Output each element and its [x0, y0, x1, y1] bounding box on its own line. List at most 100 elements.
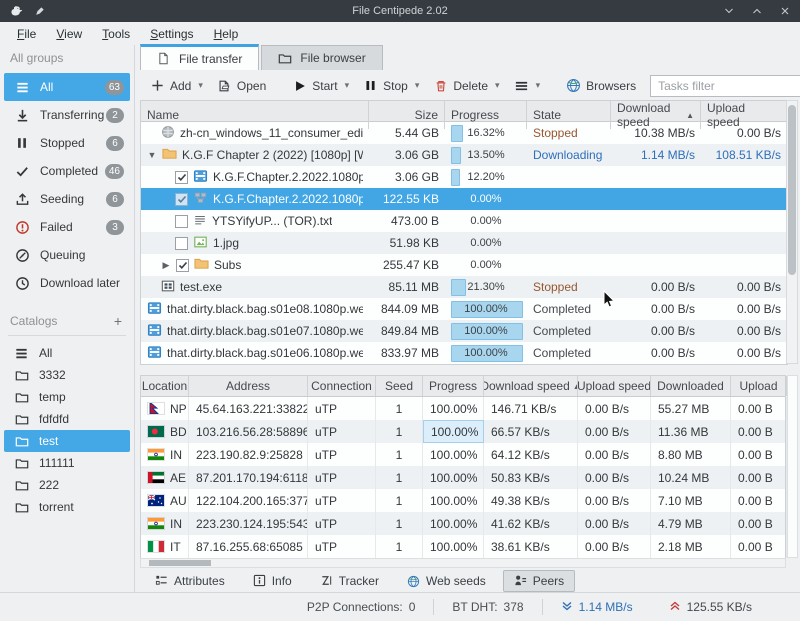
- sidebar-group-seeding[interactable]: Seeding6: [4, 185, 130, 213]
- sidebar-group-stopped[interactable]: Stopped6: [4, 129, 130, 157]
- column-header-download-speed[interactable]: Download speed▲: [611, 101, 701, 129]
- peer-downloaded-cell: 55.27 MB: [651, 397, 731, 420]
- peers-column-header-upload[interactable]: Upload: [731, 376, 787, 396]
- toolbar-open-button[interactable]: Open: [211, 74, 272, 97]
- column-header-upload-speed[interactable]: Upload speed: [701, 101, 787, 129]
- peers-column-header-connection[interactable]: Connection: [308, 376, 376, 396]
- menu-item-file[interactable]: File: [8, 24, 45, 44]
- header-label: Address: [226, 379, 270, 393]
- catalog-item-222[interactable]: 222: [4, 474, 130, 496]
- expander-expand-icon[interactable]: ▶: [161, 260, 171, 271]
- catalog-item-3332[interactable]: 3332: [4, 364, 130, 386]
- sidebar-group-transferring[interactable]: Transferring2: [4, 101, 130, 129]
- scrollbar-thumb[interactable]: [149, 560, 211, 566]
- sidebar-group-queuing[interactable]: Queuing: [4, 241, 130, 269]
- group-count-badge: 6: [106, 192, 124, 207]
- menu-item-view[interactable]: View: [47, 24, 91, 44]
- tab-file-browser[interactable]: File browser: [261, 45, 382, 70]
- peer-location-cell: IT: [141, 535, 189, 558]
- transfer-row[interactable]: that.dirty.black.bag.s01e06.1080p.web.h2…: [141, 342, 788, 364]
- transfer-row[interactable]: zh-cn_windows_11_consumer_editions_upd··…: [141, 122, 788, 144]
- add-catalog-button[interactable]: +: [114, 313, 122, 329]
- menu-item-settings[interactable]: Settings: [141, 24, 202, 44]
- peer-row[interactable]: AU122.104.200.165:37738uTP1100.00%49.38 …: [141, 489, 785, 512]
- peers-column-header-address[interactable]: Address: [189, 376, 308, 396]
- column-header-state[interactable]: State: [527, 101, 611, 129]
- detail-tab-peers[interactable]: Peers: [503, 570, 575, 592]
- play-icon: [292, 78, 307, 93]
- flag-in-icon: [148, 518, 164, 529]
- peers-column-header-progress[interactable]: Progress: [423, 376, 484, 396]
- column-header-size[interactable]: Size: [369, 101, 445, 129]
- menu-icon: [14, 346, 29, 361]
- peer-row[interactable]: IN223.230.124.195:54348uTP1100.00%41.62 …: [141, 512, 785, 535]
- minimize-button[interactable]: [722, 4, 736, 18]
- pin-icon[interactable]: [32, 3, 48, 19]
- transfer-row[interactable]: that.dirty.black.bag.s01e07.1080p.web.h2…: [141, 320, 788, 342]
- detail-tab-tracker[interactable]: Tracker: [309, 570, 390, 592]
- toolbar-more-button[interactable]: ▾: [508, 74, 547, 97]
- torrent-file-icon: [193, 191, 208, 208]
- maximize-button[interactable]: [750, 4, 764, 18]
- peers-horizontal-scrollbar[interactable]: [140, 558, 786, 568]
- catalog-item-fdfdfd[interactable]: fdfdfd: [4, 408, 130, 430]
- peers-table: LocationAddressConnectionSeedProgressDow…: [140, 375, 786, 559]
- progress-value: 0.00%: [451, 235, 521, 252]
- peers-column-header-downloaded[interactable]: Downloaded: [651, 376, 731, 396]
- peer-row[interactable]: IT87.16.255.68:65085uTP1100.00%38.61 KB/…: [141, 535, 785, 558]
- tasks-filter-input[interactable]: [651, 79, 800, 93]
- transfer-row[interactable]: 1.jpg51.98 KB0.00%: [141, 232, 788, 254]
- peer-row[interactable]: IN223.190.82.9:25828uTP1100.00%64.12 KB/…: [141, 443, 785, 466]
- toolbar-delete-button[interactable]: Delete▾: [427, 74, 505, 97]
- peers-column-header-seed[interactable]: Seed: [376, 376, 423, 396]
- toolbar-stop-button[interactable]: Stop▾: [357, 74, 425, 97]
- tab-file-transfer[interactable]: File transfer: [140, 44, 259, 70]
- sidebar-group-all[interactable]: All63: [4, 73, 130, 101]
- file-name: that.dirty.black.bag.s01e06.1080p.web.h2…: [167, 346, 363, 360]
- sidebar-group-completed[interactable]: Completed46: [4, 157, 130, 185]
- scrollbar-thumb[interactable]: [788, 105, 796, 275]
- checkbox[interactable]: [175, 193, 188, 206]
- catalog-item-111111[interactable]: 111111: [4, 452, 130, 474]
- menu-item-tools[interactable]: Tools: [93, 24, 139, 44]
- checkbox[interactable]: [176, 259, 189, 272]
- catalog-item-all[interactable]: All: [4, 342, 130, 364]
- transfer-row[interactable]: K.G.F.Chapter.2.2022.1080p.WEBRip.x···3.…: [141, 166, 788, 188]
- checkbox[interactable]: [175, 215, 188, 228]
- caret-down-icon: ▾: [198, 80, 203, 91]
- transfer-row[interactable]: YTSYifyUP... (TOR).txt473.00 B0.00%: [141, 210, 788, 232]
- transfer-row[interactable]: ▶Subs255.47 KB0.00%: [141, 254, 788, 276]
- expander-collapse-icon[interactable]: ▼: [147, 150, 157, 160]
- sidebar-group-failed[interactable]: Failed3: [4, 213, 130, 241]
- checkbox[interactable]: [175, 171, 188, 184]
- peer-row[interactable]: NP45.64.163.221:33822uTP1100.00%146.71 K…: [141, 397, 785, 420]
- toolbar-add-button[interactable]: Add▾: [144, 74, 209, 97]
- peer-row[interactable]: AE87.201.170.194:61186uTP1100.00%50.83 K…: [141, 466, 785, 489]
- menu-item-help[interactable]: Help: [205, 24, 248, 44]
- transfer-row[interactable]: that.dirty.black.bag.s01e08.1080p.web.h2…: [141, 298, 788, 320]
- group-label: Completed: [40, 164, 98, 178]
- peers-vertical-scrollbar[interactable]: [787, 375, 798, 558]
- transfer-row[interactable]: test.exe85.11 MB21.30%Stopped0.00 B/s0.0…: [141, 276, 788, 298]
- transfer-row[interactable]: ▼K.G.F Chapter 2 (2022) [1080p] [WEBRip]…: [141, 144, 788, 166]
- size-cell: 85.11 MB: [369, 280, 445, 294]
- size-value: 3.06 GB: [395, 148, 439, 162]
- detail-tab-web-seeds[interactable]: Web seeds: [396, 570, 497, 592]
- catalog-item-temp[interactable]: temp: [4, 386, 130, 408]
- catalog-item-test[interactable]: test: [4, 430, 130, 452]
- catalog-item-torrent[interactable]: torrent: [4, 496, 130, 518]
- sidebar-group-download-later[interactable]: Download later: [4, 269, 130, 297]
- peers-column-header-location[interactable]: Location: [141, 376, 189, 396]
- peers-column-header-upload-speed[interactable]: Upload speed: [578, 376, 651, 396]
- toolbar-browsers-button[interactable]: Browsers: [560, 74, 642, 97]
- transfer-row[interactable]: K.G.F.Chapter.2.2022.1080p.WEBRip.x···12…: [141, 188, 788, 210]
- checkbox[interactable]: [175, 237, 188, 250]
- transfer-vertical-scrollbar[interactable]: [786, 100, 798, 364]
- toolbar-start-button[interactable]: Start▾: [286, 74, 355, 97]
- detail-tab-attributes[interactable]: Attributes: [144, 570, 236, 592]
- peer-row[interactable]: BD103.216.56.28:58896uTP1100.00%66.57 KB…: [141, 420, 785, 443]
- catalogs-divider: [8, 335, 126, 336]
- close-button[interactable]: [778, 4, 792, 18]
- detail-tab-info[interactable]: Info: [242, 570, 303, 592]
- peers-column-header-download-speed[interactable]: Download speed▲: [484, 376, 578, 396]
